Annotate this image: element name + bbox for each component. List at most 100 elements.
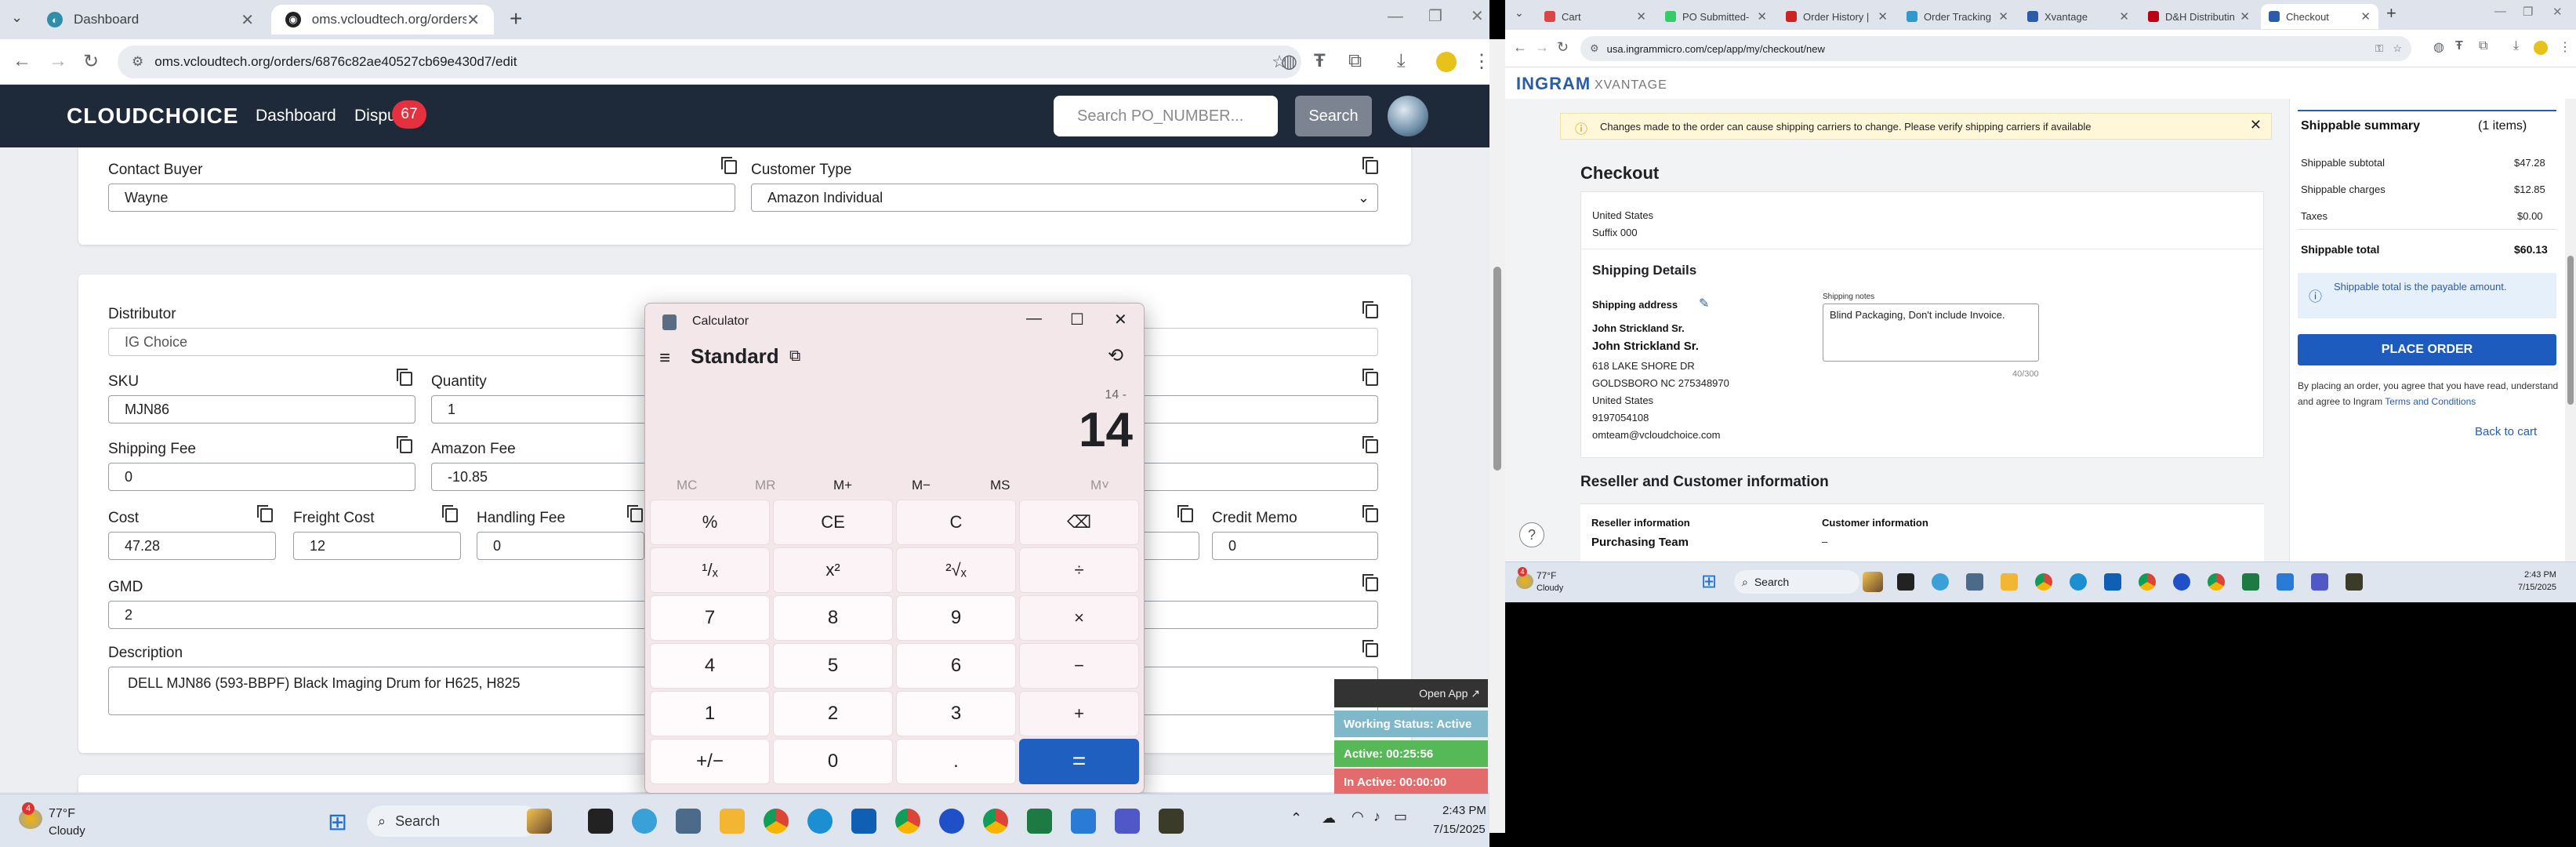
extensions-puzzle-icon[interactable]: ⧉ xyxy=(2479,39,2487,53)
taskbar-time[interactable]: 2:43 PM xyxy=(1442,804,1486,817)
taskbar-search[interactable]: ⌕ Search xyxy=(1734,570,1859,594)
app-icon[interactable] xyxy=(2346,573,2363,591)
restore-icon[interactable]: ❐ xyxy=(1428,6,1442,26)
user-avatar[interactable] xyxy=(1388,96,1428,136)
windows-start-icon[interactable]: ⊞ xyxy=(328,809,347,836)
equals-button[interactable]: = xyxy=(1019,739,1139,784)
keep-on-top-icon[interactable]: ⧉ xyxy=(789,347,800,365)
tab-dh[interactable]: D&H Distributin ✕ xyxy=(2140,4,2258,29)
memory-recall-button[interactable]: MR xyxy=(755,478,775,493)
place-order-button[interactable]: PLACE ORDER xyxy=(2298,334,2556,365)
edge-icon[interactable] xyxy=(1932,573,1949,591)
restore-icon[interactable]: ❐ xyxy=(2523,5,2533,19)
copy-icon[interactable] xyxy=(1362,640,1378,657)
tab-cart[interactable]: Cart ✕ xyxy=(1537,4,1654,29)
digit-0-button[interactable]: 0 xyxy=(773,739,893,784)
taskbar-date[interactable]: 7/15/2025 xyxy=(1433,823,1486,836)
nav-disputes[interactable]: Dispu xyxy=(354,107,397,125)
scrollbar-thumb[interactable] xyxy=(2567,256,2574,405)
excel-icon[interactable] xyxy=(2242,573,2259,591)
close-icon[interactable]: ✕ xyxy=(2119,9,2129,24)
tab-xvantage[interactable]: Xvantage ✕ xyxy=(2019,4,2137,29)
chrome-alt-icon[interactable] xyxy=(983,809,1008,834)
close-window-icon[interactable]: ✕ xyxy=(2552,5,2563,19)
memory-store-button[interactable]: MS xyxy=(990,478,1010,493)
copy-icon[interactable] xyxy=(1362,505,1378,522)
close-icon[interactable]: ✕ xyxy=(2250,117,2262,133)
reload-icon[interactable]: ↻ xyxy=(83,50,99,73)
tab-order-tracking[interactable]: Order Tracking ✕ xyxy=(1899,4,2016,29)
url-field[interactable]: ⚙ usa.ingrammicro.com/cep/app/my/checkou… xyxy=(1580,36,2411,61)
chrome-alt-icon[interactable] xyxy=(2208,573,2225,591)
zoom-icon[interactable] xyxy=(939,809,964,834)
terms-link[interactable]: Terms and Conditions xyxy=(2385,396,2476,407)
copy-icon[interactable] xyxy=(257,505,273,522)
edge-icon[interactable] xyxy=(632,809,657,834)
back-to-cart-link[interactable]: Back to cart xyxy=(2475,425,2537,438)
digit-9-button[interactable]: 9 xyxy=(896,595,1016,641)
profile-icon[interactable] xyxy=(1436,52,1457,72)
tab-search-chevron-icon[interactable]: ⌄ xyxy=(1515,6,1524,20)
tab-order-edit[interactable]: ◉ oms.vcloudtech.org/orders/687 ✕ xyxy=(271,5,494,35)
negate-button[interactable]: +/− xyxy=(650,739,770,784)
clear-entry-button[interactable]: CE xyxy=(773,500,893,545)
wifi-icon[interactable]: ◠ xyxy=(1351,809,1364,825)
digit-4-button[interactable]: 4 xyxy=(650,643,770,689)
ingram-logo[interactable]: INGRAM xyxy=(1516,74,1591,94)
extension-icon[interactable]: ◍ xyxy=(2433,39,2444,55)
tab-order-history[interactable]: Order History | ✕ xyxy=(1778,4,1896,29)
shipping-fee-input[interactable]: 0 xyxy=(108,463,415,491)
copy-icon[interactable] xyxy=(721,157,737,174)
bookmark-star-icon[interactable]: ☆ xyxy=(2393,42,2402,55)
copy-icon[interactable] xyxy=(1362,369,1378,386)
close-icon[interactable]: ✕ xyxy=(466,10,480,30)
taskbar-time[interactable]: 2:43 PM xyxy=(2524,570,2556,580)
taskbar-search[interactable]: ⌕ Search xyxy=(367,805,539,837)
taskbar-date[interactable]: 7/15/2025 xyxy=(2518,583,2556,592)
download-icon[interactable]: ⤓ xyxy=(1397,50,1406,72)
square-button[interactable]: x² xyxy=(773,547,893,593)
url-field[interactable]: ⚙ oms.vcloudtech.org/orders/6876c82ae405… xyxy=(118,45,1301,78)
digit-5-button[interactable]: 5 xyxy=(773,643,893,689)
teams-icon[interactable] xyxy=(2311,573,2328,591)
close-window-icon[interactable]: ✕ xyxy=(1471,6,1484,26)
chrome-icon[interactable] xyxy=(764,809,789,834)
minimize-icon[interactable]: — xyxy=(1388,8,1403,26)
memory-add-button[interactable]: M+ xyxy=(833,478,852,493)
outlook-icon[interactable] xyxy=(851,809,876,834)
scrollbar-thumb[interactable] xyxy=(1493,267,1501,471)
edit-pencil-icon[interactable]: ✎ xyxy=(1699,296,1709,311)
chrome-icon[interactable] xyxy=(2035,573,2052,591)
decimal-button[interactable]: . xyxy=(896,739,1016,784)
volume-icon[interactable]: ♪ xyxy=(1373,809,1381,825)
calculator-taskbar-icon[interactable] xyxy=(676,809,701,834)
multiply-button[interactable]: × xyxy=(1019,595,1139,641)
credit-memo-input[interactable]: 0 xyxy=(1212,532,1378,560)
copy-icon[interactable] xyxy=(1177,505,1193,522)
add-button[interactable]: + xyxy=(1019,691,1139,736)
file-explorer-icon[interactable] xyxy=(2001,573,2018,591)
file-explorer-icon[interactable] xyxy=(720,809,745,834)
digit-6-button[interactable]: 6 xyxy=(896,643,1016,689)
widget-icon[interactable] xyxy=(527,809,552,834)
reciprocal-button[interactable]: ¹/ₓ xyxy=(650,547,770,593)
tray-cloud-icon[interactable]: ☁ xyxy=(1322,810,1336,827)
outlook-icon[interactable] xyxy=(2104,573,2121,591)
open-app-button[interactable]: Open App ↗ xyxy=(1334,679,1488,707)
tray-chevron-icon[interactable]: ⌃ xyxy=(1290,810,1302,827)
edge-browser-icon[interactable] xyxy=(2070,573,2087,591)
tab-checkout[interactable]: Checkout ✕ xyxy=(2261,4,2378,29)
close-icon[interactable]: ✕ xyxy=(1878,9,1888,24)
digit-1-button[interactable]: 1 xyxy=(650,691,770,736)
digit-2-button[interactable]: 2 xyxy=(773,691,893,736)
contact-buyer-input[interactable]: Wayne xyxy=(108,184,735,212)
download-icon[interactable]: ⤓ xyxy=(2513,39,2519,53)
tab-search-chevron-icon[interactable]: ⌄ xyxy=(11,9,23,26)
tab-dashboard[interactable]: ◐ Dashboard ✕ xyxy=(33,5,268,35)
digit-7-button[interactable]: 7 xyxy=(650,595,770,641)
forward-icon[interactable]: → xyxy=(49,50,67,72)
calculator-taskbar-icon[interactable] xyxy=(1966,573,1983,591)
close-icon[interactable]: ✕ xyxy=(2360,9,2371,24)
translate-icon[interactable]: Ŧ xyxy=(2455,39,2463,53)
shipping-notes-textarea[interactable]: Blind Packaging, Don't include Invoice. xyxy=(1823,304,2039,362)
